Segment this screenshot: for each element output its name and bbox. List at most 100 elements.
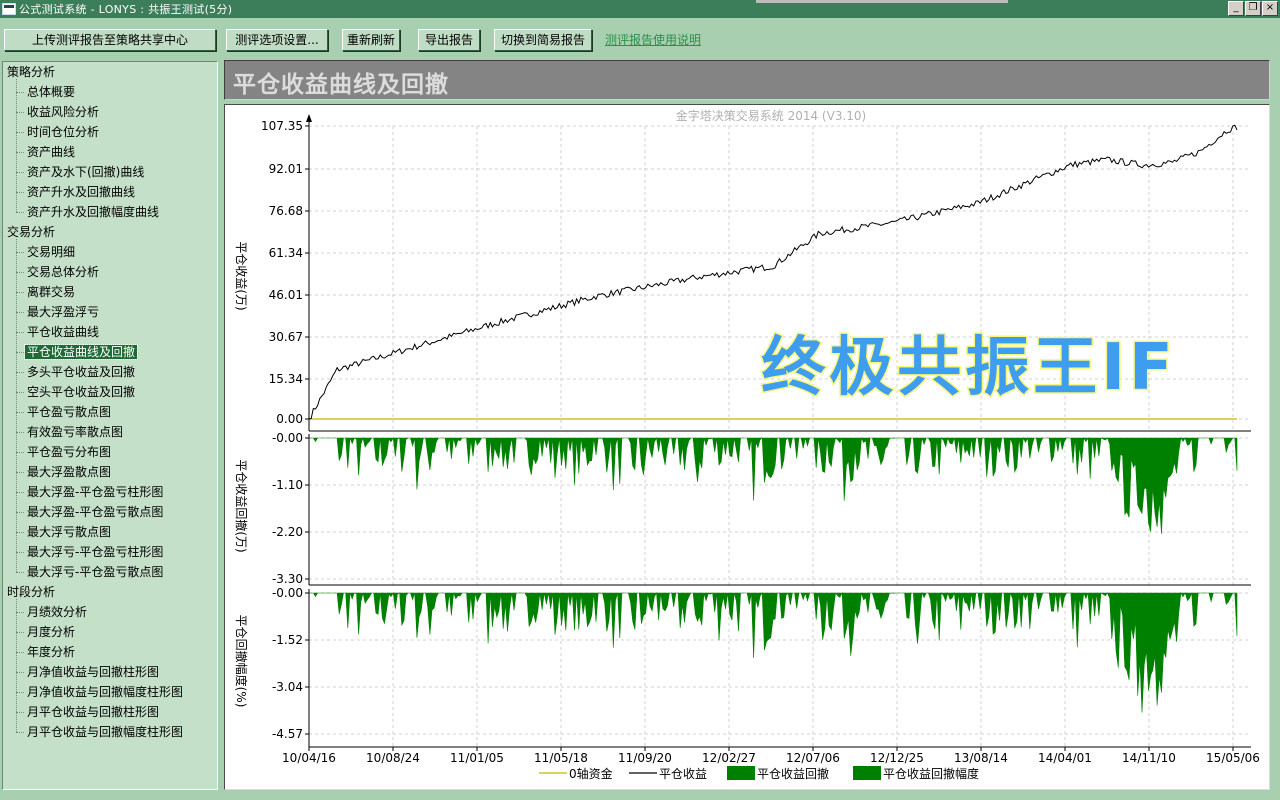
- tree-connector: [16, 452, 24, 453]
- y-tick-label: 76.68: [269, 204, 303, 218]
- tree-connector: [16, 92, 24, 93]
- tree-connector: [16, 192, 24, 193]
- tree-group[interactable]: 交易分析: [7, 225, 55, 239]
- tree-connector: [16, 152, 24, 153]
- tree-item[interactable]: 月净值收益与回撤柱形图: [25, 665, 161, 679]
- tree-item[interactable]: 平仓盈亏分布图: [25, 445, 113, 459]
- tree-item[interactable]: 平仓收益曲线: [25, 325, 101, 339]
- refresh-button[interactable]: 重新刷新: [342, 29, 400, 51]
- tree-connector: [16, 239, 17, 572]
- tree-item[interactable]: 资产升水及回撤幅度曲线: [25, 205, 161, 219]
- tree-item[interactable]: 最大浮亏-平仓盈亏柱形图: [25, 545, 165, 559]
- tree-connector: [16, 612, 24, 613]
- legend-swatch: [727, 766, 755, 780]
- drawdown-area: [309, 436, 1238, 534]
- x-tick-label: 11/05/18: [534, 751, 588, 765]
- y-tick-label: -4.57: [272, 727, 303, 741]
- tree-item[interactable]: 有效盈亏率散点图: [25, 425, 125, 439]
- y-tick-label: -1.10: [272, 478, 303, 492]
- tree-group[interactable]: 策略分析: [7, 65, 55, 79]
- tree-connector: [16, 332, 24, 333]
- upload-report-button[interactable]: 上传测评报告至策略共享中心: [4, 29, 216, 51]
- grid: [308, 125, 1251, 747]
- tree-connector: [16, 112, 24, 113]
- x-tick-label: 10/08/24: [366, 751, 420, 765]
- tree-item[interactable]: 月绩效分析: [25, 605, 89, 619]
- tree-item[interactable]: 平仓收益曲线及回撤: [23, 344, 139, 360]
- x-tick-label: 11/01/05: [450, 751, 504, 765]
- tree-connector: [16, 552, 24, 553]
- legend-label: 平仓收益回撤: [757, 766, 829, 781]
- tree-connector: [16, 672, 24, 673]
- x-tick-label: 12/02/27: [702, 751, 756, 765]
- y-axis-label: 平仓收益(万): [234, 241, 248, 310]
- tree-item[interactable]: 月度分析: [25, 625, 77, 639]
- y-tick-label: 0.00: [276, 412, 303, 426]
- tree-item[interactable]: 年度分析: [25, 645, 77, 659]
- tree-item[interactable]: 最大浮盈散点图: [25, 465, 113, 479]
- tree-item[interactable]: 资产及水下(回撤)曲线: [25, 165, 146, 179]
- tree-connector: [16, 712, 24, 713]
- tree-connector: [16, 732, 24, 733]
- tree-item[interactable]: 收益风险分析: [25, 105, 101, 119]
- tree-item[interactable]: 月平仓收益与回撤柱形图: [25, 705, 161, 719]
- y-tick-label: -1.52: [272, 633, 303, 647]
- chart-svg: 金字塔决策交易系统 2014 (V3.10) 107.35 92.01 76.68 6…: [234, 108, 1260, 781]
- tree-item[interactable]: 月净值收益与回撤幅度柱形图: [25, 685, 185, 699]
- tree-connector: [16, 432, 24, 433]
- export-report-button[interactable]: 导出报告: [418, 29, 480, 51]
- tree-item[interactable]: 最大浮亏-平仓盈亏散点图: [25, 565, 165, 579]
- tree-item[interactable]: 交易明细: [25, 245, 77, 259]
- tree-connector: [16, 312, 24, 313]
- help-link[interactable]: 测评报告使用说明: [605, 31, 701, 48]
- y-tick-label: 107.35: [261, 119, 303, 133]
- restore-button[interactable]: ❐: [1245, 1, 1261, 16]
- tree-item[interactable]: 交易总体分析: [25, 265, 101, 279]
- y-tick-label: 15.34: [269, 372, 303, 386]
- tree-connector: [16, 132, 24, 133]
- y-tick-label: 92.01: [269, 162, 303, 176]
- y-tick-label: -3.30: [272, 572, 303, 586]
- close-button[interactable]: ×: [1262, 1, 1278, 16]
- legend-label: 平仓收益: [659, 767, 707, 781]
- tree-item[interactable]: 空头平仓收益及回撤: [25, 385, 137, 399]
- x-tick-label: 15/05/06: [1206, 751, 1260, 765]
- y-tick-label: 46.01: [269, 288, 303, 302]
- x-tick-label: 12/07/06: [786, 751, 840, 765]
- y-tick-label: 30.67: [269, 330, 303, 344]
- tree-item[interactable]: 最大浮盈-平仓盈亏柱形图: [25, 485, 165, 499]
- settings-button[interactable]: 测评选项设置...: [226, 29, 328, 51]
- tree-item[interactable]: 最大浮盈浮亏: [25, 305, 101, 319]
- tree-connector: [16, 352, 24, 353]
- tree-item[interactable]: 最大浮盈-平仓盈亏散点图: [25, 505, 165, 519]
- watermark-text: 终极共振王IF: [761, 331, 1177, 405]
- tree-item[interactable]: 离群交易: [25, 285, 77, 299]
- tree-connector: [16, 79, 17, 212]
- tree-item[interactable]: 月平仓收益与回撤幅度柱形图: [25, 725, 185, 739]
- switch-report-button[interactable]: 切换到简易报告: [494, 29, 592, 51]
- tree-connector: [16, 372, 24, 373]
- tree-connector: [16, 632, 24, 633]
- drawdown-area: [309, 591, 1238, 713]
- minimize-button[interactable]: _: [1228, 1, 1244, 16]
- tree-item[interactable]: 总体概要: [25, 85, 77, 99]
- tree-item[interactable]: 资产曲线: [25, 145, 77, 159]
- tree-item[interactable]: 时间仓位分析: [25, 125, 101, 139]
- y-tick-label: 61.34: [269, 246, 303, 260]
- tree-item[interactable]: 最大浮亏散点图: [25, 525, 113, 539]
- legend: 0轴资金 平仓收益 平仓收益回撤 平仓收益回撤幅度: [539, 766, 979, 781]
- tree-item[interactable]: 资产升水及回撤曲线: [25, 185, 137, 199]
- tree-item[interactable]: 平仓盈亏散点图: [25, 405, 113, 419]
- tree-connector: [16, 492, 24, 493]
- page-title: 平仓收益曲线及回撤: [233, 71, 449, 98]
- tree-connector: [16, 212, 24, 213]
- window-title: 公式测试系统 - LONYS : 共振王测试(5分): [19, 3, 233, 16]
- tree-connector: [16, 252, 24, 253]
- legend-label: 平仓收益回撤幅度: [883, 766, 979, 781]
- tree-item[interactable]: 多头平仓收益及回撤: [25, 365, 137, 379]
- tree-group[interactable]: 时段分析: [7, 585, 55, 599]
- y-axis-label: 平仓回撤幅度(%): [234, 615, 249, 708]
- y-tick-label: -3.04: [272, 680, 303, 694]
- x-tick-label: 13/08/14: [954, 751, 1008, 765]
- x-tick-label: 14/11/10: [1122, 751, 1176, 765]
